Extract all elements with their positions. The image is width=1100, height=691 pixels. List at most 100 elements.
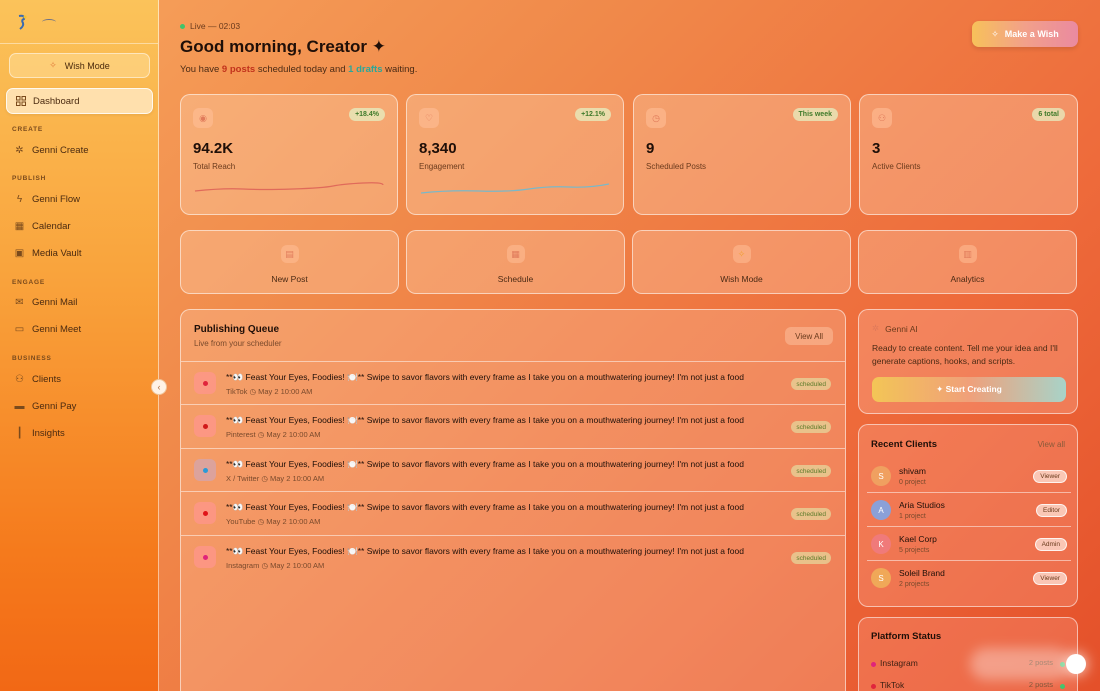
sidebar-item-insights[interactable]: ┃ Insights <box>6 420 153 446</box>
stat-value: 9 <box>646 140 655 157</box>
platform-dot <box>202 380 208 386</box>
client-row[interactable]: K Kael Corp 5 projects Admin <box>867 527 1071 561</box>
clients-view-all-link[interactable]: View all <box>1038 440 1065 449</box>
calendar-icon: ▦ <box>506 245 525 263</box>
bar-chart-icon: ┃ <box>16 427 23 439</box>
platform-row[interactable]: TikTok 2 posts <box>871 680 1067 691</box>
assistant-glow <box>970 648 1070 680</box>
sidebar-item-genni-pay[interactable]: ▬ Genni Pay <box>6 393 153 419</box>
sidebar-item-label: Genni Flow <box>32 193 81 205</box>
platform-name: Instagram <box>880 658 918 668</box>
section-publish: PUBLISH <box>12 175 47 182</box>
quick-action-label: New Post <box>271 274 308 284</box>
sidebar-item-genni-flow[interactable]: ϟ Genni Flow <box>6 186 153 212</box>
sidebar-item-media-vault[interactable]: ▣ Media Vault <box>6 240 153 266</box>
post-meta: YouTube ◷ May 2 10:00 AM <box>226 517 320 526</box>
stat-card-clients[interactable]: ⚇ 6 total 3 Active Clients <box>859 94 1078 215</box>
tiktok-platform-icon <box>194 372 216 394</box>
client-name: Kael Corp <box>899 534 937 544</box>
queue-row[interactable]: **👀 Feast Your Eyes, Foodies! 🍽️** Swipe… <box>181 361 845 404</box>
stat-badge: 6 total <box>1032 108 1065 121</box>
queue-row[interactable]: **👀 Feast Your Eyes, Foodies! 🍽️** Swipe… <box>181 404 845 447</box>
sidebar-item-label: Media Vault <box>32 247 82 259</box>
drafts-count-link[interactable]: 1 drafts <box>348 64 382 75</box>
queue-title: Publishing Queue <box>194 324 280 335</box>
summary-pre: You have <box>180 64 222 75</box>
platform-dot <box>202 554 208 560</box>
status-badge: scheduled <box>791 421 831 433</box>
platform-status-title: Platform Status <box>871 631 942 642</box>
role-badge: Viewer <box>1033 572 1067 585</box>
avatar: A <box>871 500 891 520</box>
client-row[interactable]: A Aria Studios 1 project Editor <box>867 493 1071 527</box>
role-badge: Editor <box>1036 504 1067 517</box>
stat-value: 94.2K <box>193 140 234 157</box>
card-icon: ▬ <box>14 400 25 412</box>
client-projects: 2 projects <box>899 581 930 588</box>
wand-icon: ✧ <box>991 28 999 39</box>
clients-title: Recent Clients <box>871 439 937 450</box>
post-text: **👀 Feast Your Eyes, Foodies! 🍽️** Swipe… <box>226 546 744 556</box>
assistant-launcher-button[interactable] <box>1066 654 1086 674</box>
quick-action-new-post[interactable]: ▤ New Post <box>180 230 399 294</box>
quick-action-wish-mode[interactable]: ✧ Wish Mode <box>632 230 851 294</box>
stat-card-engagement[interactable]: ♡ +12.1% 8,340 Engagement <box>406 94 624 215</box>
wish-mode-button[interactable]: ✧ Wish Mode <box>9 53 150 78</box>
post-platform: TikTok <box>226 387 248 396</box>
quick-action-label: Schedule <box>497 274 534 284</box>
users-icon: ⚇ <box>15 373 24 385</box>
clock-icon: ◷ <box>261 474 268 483</box>
queue-row[interactable]: **👀 Feast Your Eyes, Foodies! 🍽️** Swipe… <box>181 535 845 578</box>
make-a-wish-button[interactable]: ✧ Make a Wish <box>972 21 1078 47</box>
role-badge: Admin <box>1034 538 1067 551</box>
sidebar-item-genni-mail[interactable]: ✉ Genni Mail <box>6 289 153 315</box>
post-meta: Pinterest ◷ May 2 10:00 AM <box>226 430 321 439</box>
stat-label: Scheduled Posts <box>646 162 707 171</box>
platform-dot <box>202 423 208 429</box>
client-name: shivam <box>899 466 926 476</box>
post-meta: TikTok ◷ May 2 10:00 AM <box>226 387 312 396</box>
sparkles-icon: ✲ <box>15 144 24 156</box>
sidebar-item-label: Dashboard <box>33 95 80 107</box>
tiktok-dot-icon <box>871 684 876 689</box>
post-meta: Instagram ◷ May 2 10:00 AM <box>226 561 324 570</box>
post-time: May 2 10:00 AM <box>270 561 325 570</box>
quick-action-analytics[interactable]: ▥ Analytics <box>858 230 1077 294</box>
post-text: **👀 Feast Your Eyes, Foodies! 🍽️** Swipe… <box>226 502 744 512</box>
client-name: Soleil Brand <box>899 568 945 578</box>
sidebar-item-clients[interactable]: ⚇ Clients <box>6 366 153 392</box>
sidebar-item-dashboard[interactable]: Dashboard <box>6 88 153 114</box>
stat-label: Active Clients <box>872 162 921 171</box>
client-row[interactable]: S Soleil Brand 2 projects Viewer <box>867 561 1071 595</box>
client-projects: 1 project <box>899 513 926 520</box>
eye-icon: ◉ <box>193 108 213 128</box>
publishing-queue: Publishing Queue Live from your schedule… <box>180 309 846 691</box>
post-meta: X / Twitter ◷ May 2 10:00 AM <box>226 474 324 483</box>
page-title: Good morning, Creator ✦ <box>180 37 386 57</box>
stat-card-scheduled[interactable]: ◷ This week 9 Scheduled Posts <box>633 94 851 215</box>
queue-row[interactable]: **👀 Feast Your Eyes, Foodies! 🍽️** Swipe… <box>181 491 845 534</box>
start-creating-button[interactable]: ✦ Start Creating <box>872 377 1066 402</box>
genie-logo-icon[interactable] <box>16 14 28 30</box>
stat-card-reach[interactable]: ◉ +18.4% 94.2K Total Reach <box>180 94 398 215</box>
sidebar-item-label: Genni Create <box>32 144 89 156</box>
post-platform: Pinterest <box>226 430 256 439</box>
sparkles-icon: ✲ <box>872 323 880 333</box>
quick-action-label: Wish Mode <box>720 274 763 284</box>
client-row[interactable]: S shivam 0 project Viewer <box>867 459 1071 493</box>
live-text: Live — 02:03 <box>190 21 241 31</box>
stat-badge: This week <box>792 108 838 121</box>
mail-icon: ✉ <box>15 296 24 308</box>
status-badge: scheduled <box>791 378 831 390</box>
clock-icon: ◷ <box>261 561 268 570</box>
queue-view-all-button[interactable]: View All <box>785 327 833 345</box>
queue-row[interactable]: **👀 Feast Your Eyes, Foodies! 🍽️** Swipe… <box>181 448 845 491</box>
genni-ai-card: ✲ Genni AI Ready to create content. Tell… <box>858 309 1078 414</box>
sidebar-item-genni-meet[interactable]: ▭ Genni Meet <box>6 316 153 342</box>
quick-action-schedule[interactable]: ▦ Schedule <box>406 230 625 294</box>
queue-subtitle: Live from your scheduler <box>194 339 282 348</box>
post-time: May 2 10:00 AM <box>258 387 313 396</box>
sidebar-item-calendar[interactable]: ▦ Calendar <box>6 213 153 239</box>
sidebar-item-genni-create[interactable]: ✲ Genni Create <box>6 137 153 163</box>
posts-count-link[interactable]: 9 posts <box>222 64 255 75</box>
